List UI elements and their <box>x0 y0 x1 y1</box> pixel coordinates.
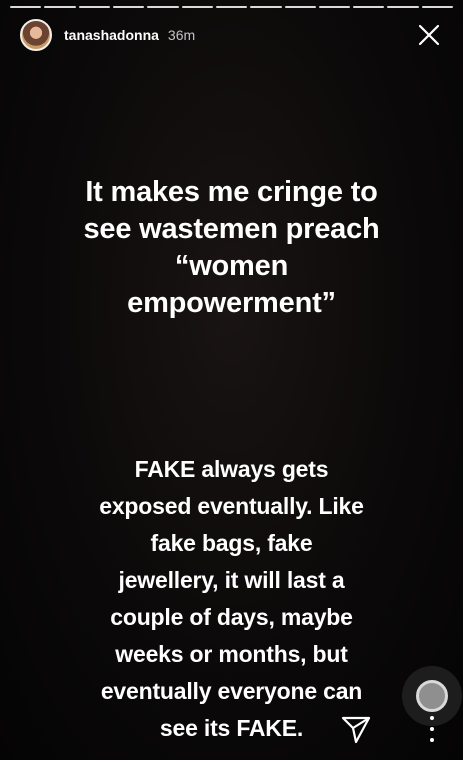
progress-segment <box>147 6 179 8</box>
profile-avatar[interactable] <box>20 19 52 51</box>
post-time: 36m <box>167 27 196 43</box>
close-icon[interactable] <box>415 21 443 49</box>
story-body-text: FAKE always gets exposed eventually. Lik… <box>99 456 364 741</box>
story-progress-bar <box>10 6 454 8</box>
more-dot <box>430 727 434 731</box>
progress-segment <box>318 6 351 8</box>
username[interactable]: tanashadonna <box>64 27 159 43</box>
camera-button-inner <box>416 680 448 712</box>
progress-segment <box>250 6 282 8</box>
more-vertical-icon[interactable] <box>424 716 440 742</box>
progress-segment <box>10 6 42 8</box>
more-dot <box>430 738 434 742</box>
progress-segment <box>353 6 385 8</box>
story-header: tanashadonna 36m <box>20 18 443 52</box>
story-headline-text: It makes me cringe to see wastemen preac… <box>83 176 380 319</box>
more-dot <box>430 716 434 720</box>
send-icon[interactable] <box>339 712 373 746</box>
progress-segment <box>421 6 454 8</box>
progress-segment <box>78 6 110 8</box>
progress-segment <box>44 6 76 8</box>
progress-segment <box>215 6 248 8</box>
progress-segment <box>387 6 419 8</box>
progress-segment <box>181 6 213 8</box>
progress-segment <box>284 6 316 8</box>
story-viewer[interactable]: tanashadonna 36m It makes me cringe to s… <box>0 0 463 760</box>
progress-segment <box>112 6 145 8</box>
